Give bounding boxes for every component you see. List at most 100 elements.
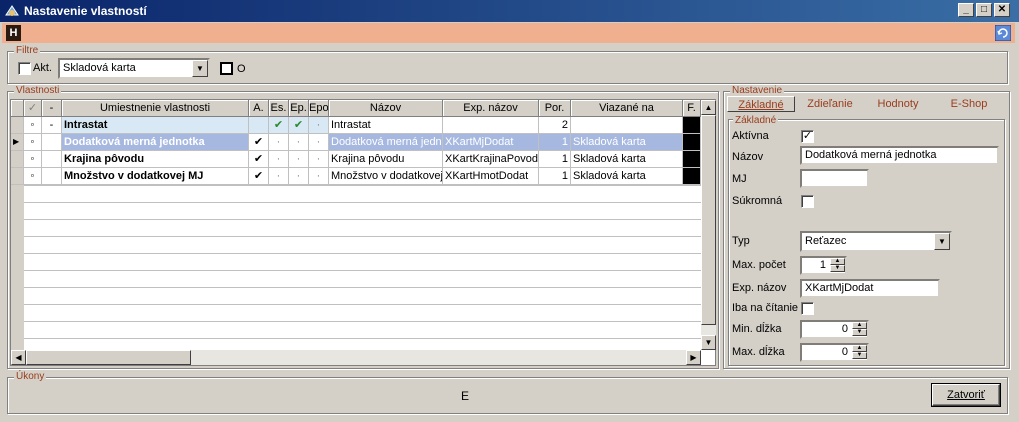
tab-zdielanie[interactable]: Zdieľanie [798,96,862,112]
cell-por[interactable]: 1 [539,168,571,185]
cell-ep[interactable]: · [289,151,309,168]
scroll-thumb[interactable] [701,115,716,325]
col-header-exp[interactable]: Exp. názov [443,100,539,117]
cell-exp[interactable]: XKartHmotDodat [443,168,539,185]
tab-eshop[interactable]: E-Shop [940,96,998,112]
cell-a[interactable]: ✔ [249,151,269,168]
row-current-indicator: ▶ [11,134,24,151]
min-dlzka-stepper[interactable]: 0 ▲ ▼ [800,320,869,339]
cell-a[interactable] [249,117,269,134]
col-header-bound[interactable]: Viazané na [571,100,683,117]
akt-checkbox[interactable] [18,62,31,75]
col-header-check[interactable]: ✓ [24,100,42,117]
tab-hodnoty[interactable]: Hodnoty [868,96,928,112]
cell-location[interactable]: Dodatková merná jednotka [62,134,249,151]
vertical-scrollbar[interactable]: ▲ ▼ [701,100,716,350]
cell-location[interactable]: Množstvo v dodatkovej MJ [62,168,249,185]
akt-label: Akt. [33,62,52,74]
cell-epo[interactable]: · [309,151,329,168]
iba-na-citanie-checkbox[interactable] [801,302,814,315]
nazov-field[interactable]: Dodatková merná jednotka [800,146,999,165]
cell-ep[interactable]: · [289,168,309,185]
cell-por[interactable]: 1 [539,151,571,168]
max-pocet-stepper[interactable]: 1 ▲ ▼ [800,256,847,275]
cell-epo[interactable]: · [309,134,329,151]
filter-combo-value: Skladová karta [63,62,136,74]
cell-minus [42,168,62,185]
aktivna-checkbox[interactable]: ✓ [801,130,814,143]
minimize-button[interactable]: _ [958,3,974,17]
maximize-button[interactable]: □ [976,3,992,17]
chevron-down-icon[interactable]: ▼ [192,60,208,77]
cell-exp[interactable] [443,117,539,134]
cell-location[interactable]: Intrastat [62,117,249,134]
cell-bound[interactable]: Skladová karta [571,168,683,185]
actions-label: Úkony [14,371,47,382]
filter-combo[interactable]: Skladová karta ▼ [58,58,210,79]
max-pocet-spin[interactable]: ▲ ▼ [830,258,845,273]
cell-location[interactable]: Krajina pôvodu [62,151,249,168]
cell-f[interactable] [683,151,701,168]
cell-name[interactable]: Intrastat [329,117,443,134]
o-checkbox[interactable] [220,62,233,75]
exp-nazov-field[interactable]: XKartMjDodat [800,279,940,298]
hscroll-thumb[interactable] [26,350,191,365]
scroll-right-button[interactable]: ▶ [686,350,701,365]
properties-grid: ✓ - Umiestnenie vlastnosti A. Es. Ep. Ep… [10,99,716,366]
cell-f[interactable] [683,168,701,185]
cell-name[interactable]: Krajina pôvodu [329,151,443,168]
chevron-down-icon[interactable]: ▼ [934,233,950,250]
cell-es[interactable]: · [269,168,289,185]
col-header-a[interactable]: A. [249,100,269,117]
sukromna-checkbox[interactable] [801,195,814,208]
cell-f[interactable] [683,134,701,151]
mj-field[interactable] [800,169,869,188]
cell-f[interactable] [683,117,701,134]
cell-ep[interactable]: · [289,134,309,151]
typ-combo[interactable]: Reťazec ▼ [800,231,952,252]
scroll-up-button[interactable]: ▲ [701,100,716,115]
cell-bound[interactable]: Skladová karta [571,134,683,151]
cell-es[interactable]: · [269,134,289,151]
tab-zakladne[interactable]: Základné [727,96,795,112]
cell-name[interactable]: Dodatková merná jednotka [329,134,443,151]
cell-name[interactable]: Množstvo v dodatkovej [329,168,443,185]
cell-a[interactable]: ✔ [249,168,269,185]
col-header-f[interactable]: F. [683,100,701,117]
scroll-down-button[interactable]: ▼ [701,335,716,350]
exp-nazov-label: Exp. názov [732,282,787,294]
cell-epo[interactable]: · [309,168,329,185]
app-icon [5,5,19,16]
max-dlzka-value: 0 [841,346,848,358]
filter-label: Filtre [14,45,41,56]
cell-por[interactable]: 1 [539,134,571,151]
close-dialog-button[interactable]: Zatvoriť [932,384,1000,406]
col-header-por[interactable]: Por. [539,100,571,117]
horizontal-scrollbar[interactable]: ◀ ▶ [11,350,701,365]
cell-ep[interactable]: ✔ [289,117,309,134]
col-header-epo[interactable]: Epo [309,100,329,117]
col-header-location[interactable]: Umiestnenie vlastnosti [62,100,249,117]
cell-epo[interactable]: · [309,117,329,134]
cell-exp[interactable]: XKartKrajinaPovod [443,151,539,168]
col-header-ep[interactable]: Ep. [289,100,309,117]
row-indicator-header [11,100,24,117]
cell-por[interactable]: 2 [539,117,571,134]
cell-bound[interactable] [571,117,683,134]
cell-exp[interactable]: XKartMjDodat [443,134,539,151]
cell-a[interactable]: ✔ [249,134,269,151]
max-dlzka-spin[interactable]: ▲ ▼ [852,345,867,360]
max-dlzka-stepper[interactable]: 0 ▲ ▼ [800,343,869,362]
row-dot: ◦ [24,168,42,185]
col-header-minus[interactable]: - [42,100,62,117]
h-button[interactable]: H [6,25,21,41]
cell-es[interactable]: ✔ [269,117,289,134]
cell-bound[interactable]: Skladová karta [571,151,683,168]
cell-es[interactable]: · [269,151,289,168]
min-dlzka-spin[interactable]: ▲ ▼ [852,322,867,337]
col-header-name[interactable]: Názov [329,100,443,117]
refresh-icon[interactable] [995,25,1011,41]
close-button[interactable]: ✕ [994,3,1010,17]
col-header-es[interactable]: Es. [269,100,289,117]
scroll-left-button[interactable]: ◀ [11,350,26,365]
